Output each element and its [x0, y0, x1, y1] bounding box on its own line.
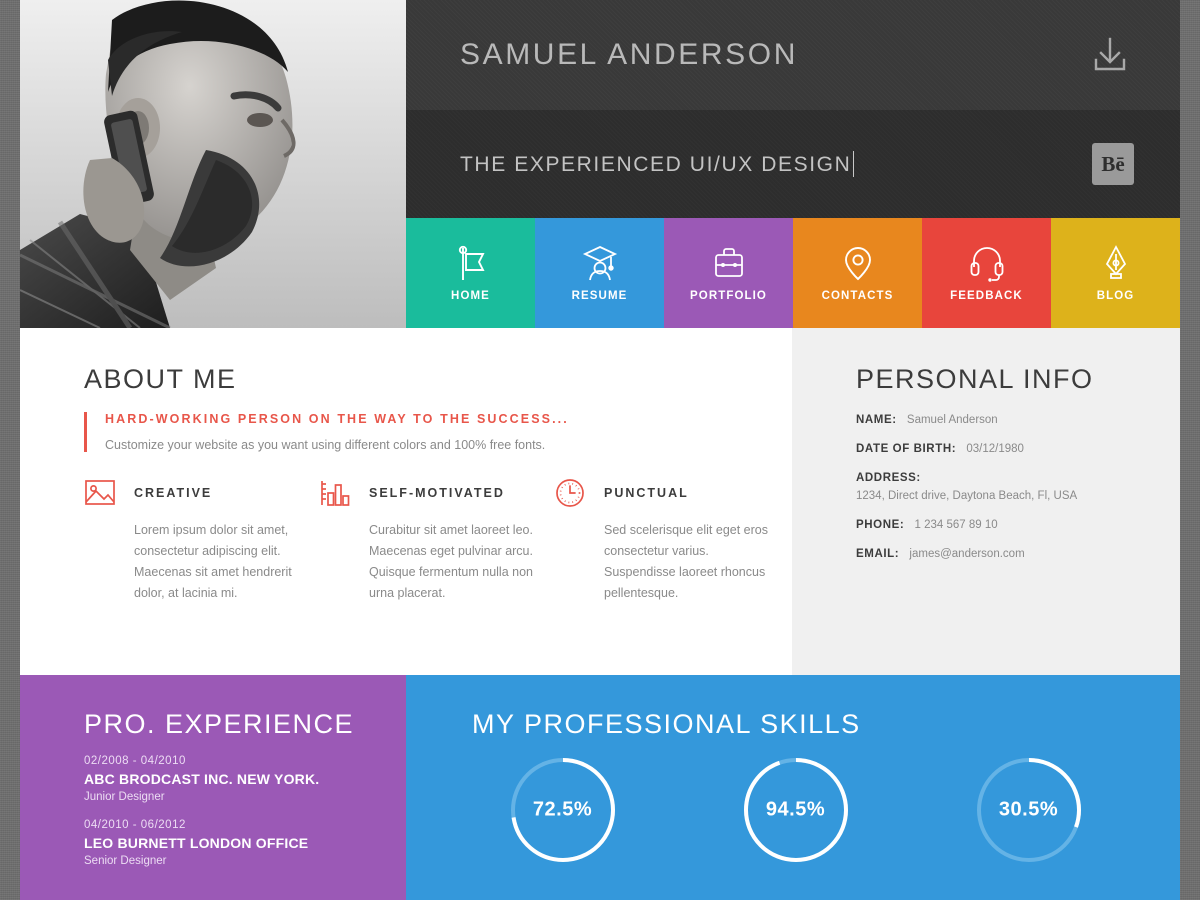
skill-ring: 30.5% [912, 753, 1145, 867]
feature-name: PUNCTUAL [604, 486, 689, 500]
headset-icon [969, 244, 1005, 282]
feature-text: Sed scelerisque elit eget eros consectet… [604, 523, 768, 600]
nav-label: PORTFOLIO [690, 290, 767, 302]
header-tagline-text: THE EXPERIENCED UI/UX DESIGN [460, 153, 852, 176]
skill-ring-list: 72.5% 94.5% 30.5% [446, 753, 1146, 867]
feature-name: SELF-MOTIVATED [369, 486, 505, 500]
personal-info-key: DATE OF BIRTH: [856, 443, 957, 455]
personal-info-value: 03/12/1980 [966, 443, 1024, 455]
experience-company: LEO BURNETT LONDON OFFICE [84, 835, 309, 851]
nav-item-home[interactable]: HOME [406, 218, 535, 328]
map-pin-icon [840, 244, 876, 282]
nav-item-contacts[interactable]: CONTACTS [793, 218, 922, 328]
skill-ring: 94.5% [679, 753, 912, 867]
personal-info-value[interactable]: james@anderson.com [909, 548, 1024, 560]
experience-title: PRO. EXPERIENCE [84, 709, 355, 739]
nav-label: BLOG [1096, 290, 1135, 302]
nav-label: FEEDBACK [950, 290, 1023, 302]
personal-info-row: NAME: Samuel Anderson [856, 414, 1156, 426]
feature-item: CREATIVE Lorem ipsum dolor sit amet, con… [84, 476, 299, 604]
about-subline: Customize your website as you want using… [105, 438, 546, 452]
personal-info-key: NAME: [856, 414, 897, 426]
page-frame: SAMUEL ANDERSON THE EXPERIENCED UI/UX DE… [0, 0, 1200, 900]
personal-info-row: PHONE: 1 234 567 89 10 [856, 519, 1156, 531]
personal-info-value: 1234, Direct drive, Daytona Beach, Fl, U… [856, 490, 1078, 502]
skill-ring-label: 30.5% [998, 798, 1059, 821]
nav-item-feedback[interactable]: FEEDBACK [922, 218, 1051, 328]
experience-date: 02/2008 - 04/2010 [84, 755, 186, 767]
download-icon[interactable] [1088, 33, 1132, 77]
profile-photo [20, 0, 406, 328]
resume-page: SAMUEL ANDERSON THE EXPERIENCED UI/UX DE… [20, 0, 1180, 900]
experience-item: 02/2008 - 04/2010 ABC BRODCAST INC. NEW … [84, 755, 384, 803]
header-tagline: THE EXPERIENCED UI/UX DESIGN [460, 151, 855, 177]
image-icon [84, 478, 116, 508]
nav-item-blog[interactable]: BLOG [1051, 218, 1180, 328]
pen-nib-icon [1098, 244, 1134, 282]
skills-section: MY PROFESSIONAL SKILLS 72.5% 94.5% 30.5% [406, 675, 1180, 900]
nav-label: RESUME [571, 290, 628, 302]
skill-ring-label: 72.5% [532, 798, 593, 821]
header-tagline-bar: THE EXPERIENCED UI/UX DESIGN Bē [406, 110, 1180, 218]
main-navigation: HOME RESUME PORTFOLIO CONTACTS FEEDBACK … [406, 218, 1180, 328]
personal-info-row: DATE OF BIRTH: 03/12/1980 [856, 443, 1156, 455]
personal-info-key: ADDRESS: [856, 472, 921, 484]
behance-icon[interactable]: Bē [1092, 143, 1134, 185]
personal-info-key: EMAIL: [856, 548, 900, 560]
personal-info-row: EMAIL: james@anderson.com [856, 548, 1156, 560]
header-name-bar: SAMUEL ANDERSON [406, 0, 1180, 110]
flag-icon [453, 244, 489, 282]
personal-info-value: Samuel Anderson [906, 414, 998, 426]
graduate-icon [582, 244, 618, 282]
about-tagline-block: HARD-WORKING PERSON ON THE WAY TO THE SU… [84, 412, 714, 452]
personal-info-key: PHONE: [856, 519, 905, 531]
about-title: ABOUT ME [84, 364, 237, 394]
experience-role: Junior Designer [84, 791, 165, 803]
nav-item-resume[interactable]: RESUME [535, 218, 664, 328]
text-caret [853, 151, 855, 177]
nav-item-portfolio[interactable]: PORTFOLIO [664, 218, 793, 328]
skill-ring: 72.5% [446, 753, 679, 867]
clock-icon [554, 478, 586, 508]
experience-section: PRO. EXPERIENCE 02/2008 - 04/2010 ABC BR… [20, 675, 406, 900]
feature-item: SELF-MOTIVATED Curabitur sit amet laoree… [319, 476, 534, 604]
feature-text: Curabitur sit amet laoreet leo. Maecenas… [369, 523, 533, 600]
experience-company: ABC BRODCAST INC. NEW YORK. [84, 771, 320, 787]
skill-ring-label: 94.5% [765, 798, 826, 821]
nav-label: HOME [451, 290, 490, 302]
experience-role: Senior Designer [84, 855, 167, 867]
nav-label: CONTACTS [821, 290, 894, 302]
skills-title: MY PROFESSIONAL SKILLS [472, 709, 861, 739]
feature-text: Lorem ipsum dolor sit amet, consectetur … [134, 523, 292, 600]
feature-list: CREATIVE Lorem ipsum dolor sit amet, con… [84, 476, 774, 604]
personal-info-list: NAME: Samuel Anderson DATE OF BIRTH: 03/… [856, 414, 1156, 577]
about-section: ABOUT ME HARD-WORKING PERSON ON THE WAY … [20, 328, 792, 675]
personal-info-value: 1 234 567 89 10 [914, 519, 998, 531]
personal-info-row: ADDRESS: 1234, Direct drive, Daytona Bea… [856, 472, 1156, 502]
about-tagline: HARD-WORKING PERSON ON THE WAY TO THE SU… [105, 412, 569, 426]
personal-info-panel: PERSONAL INFO NAME: Samuel Anderson DATE… [792, 328, 1180, 675]
feature-name: CREATIVE [134, 486, 213, 500]
bar-chart-icon [319, 478, 351, 508]
experience-item: 04/2010 - 06/2012 LEO BURNETT LONDON OFF… [84, 819, 384, 867]
page-title: SAMUEL ANDERSON [460, 38, 798, 71]
briefcase-icon [711, 244, 747, 282]
feature-item: PUNCTUAL Sed scelerisque elit eget eros … [554, 476, 769, 604]
experience-date: 04/2010 - 06/2012 [84, 819, 186, 831]
experience-list: 02/2008 - 04/2010 ABC BRODCAST INC. NEW … [84, 755, 384, 883]
personal-info-title: PERSONAL INFO [856, 364, 1094, 394]
